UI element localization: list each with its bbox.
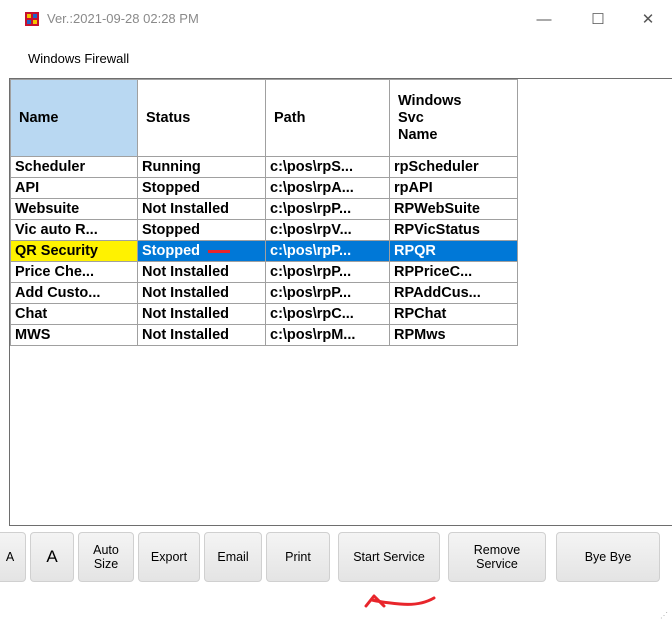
cell-svc-name[interactable]: rpAPI bbox=[389, 177, 518, 199]
cell-path[interactable]: c:\pos\rpP... bbox=[265, 240, 390, 262]
cell-status[interactable]: Running bbox=[137, 156, 266, 178]
table-row[interactable]: Scheduler Running c:\pos\rpS... rpSchedu… bbox=[10, 156, 518, 178]
cell-name[interactable]: API bbox=[10, 177, 138, 199]
resize-grip-icon[interactable]: ⋰ bbox=[660, 611, 668, 620]
cell-svc-name[interactable]: rpScheduler bbox=[389, 156, 518, 178]
cell-svc-name[interactable]: RPChat bbox=[389, 303, 518, 325]
cell-status[interactable]: Stopped bbox=[137, 219, 266, 241]
cell-name[interactable]: Vic auto R... bbox=[10, 219, 138, 241]
cell-svc-name[interactable]: RPPriceC... bbox=[389, 261, 518, 283]
header-windows-svc-name[interactable]: Windows Svc Name bbox=[389, 79, 518, 157]
header-path[interactable]: Path bbox=[265, 79, 390, 157]
header-status[interactable]: Status bbox=[137, 79, 266, 157]
cell-path[interactable]: c:\pos\rpP... bbox=[265, 198, 390, 220]
cell-name[interactable]: Add Custo... bbox=[10, 282, 138, 304]
cell-status[interactable]: Stopped bbox=[137, 177, 266, 199]
cell-name[interactable]: Price Che... bbox=[10, 261, 138, 283]
cell-svc-name[interactable]: RPWebSuite bbox=[389, 198, 518, 220]
app-icon bbox=[25, 12, 39, 26]
cell-svc-name[interactable]: RPVicStatus bbox=[389, 219, 518, 241]
cell-path[interactable]: c:\pos\rpV... bbox=[265, 219, 390, 241]
cell-path[interactable]: c:\pos\rpS... bbox=[265, 156, 390, 178]
table-row[interactable]: Chat Not Installed c:\pos\rpC... RPChat bbox=[10, 303, 518, 325]
auto-size-button[interactable]: Auto Size bbox=[78, 532, 134, 582]
services-grid[interactable]: Name Status Path Windows Svc Name Schedu… bbox=[9, 78, 672, 526]
minimize-button[interactable]: — bbox=[528, 8, 560, 32]
cell-name[interactable]: Chat bbox=[10, 303, 138, 325]
cell-status[interactable]: Not Installed bbox=[137, 303, 266, 325]
cell-name[interactable]: Scheduler bbox=[10, 156, 138, 178]
table-row[interactable]: Websuite Not Installed c:\pos\rpP... RPW… bbox=[10, 198, 518, 220]
cell-svc-name[interactable]: RPAddCus... bbox=[389, 282, 518, 304]
header-name[interactable]: Name bbox=[10, 79, 138, 157]
export-button[interactable]: Export bbox=[138, 532, 200, 582]
cell-path[interactable]: c:\pos\rpM... bbox=[265, 324, 390, 346]
cell-name[interactable]: MWS bbox=[10, 324, 138, 346]
cell-status[interactable]: Not Installed bbox=[137, 282, 266, 304]
section-label: Windows Firewall bbox=[28, 51, 130, 66]
cell-status[interactable]: Stopped bbox=[137, 240, 266, 262]
cell-name[interactable]: Websuite bbox=[10, 198, 138, 220]
cell-path[interactable]: c:\pos\rpA... bbox=[265, 177, 390, 199]
cell-path[interactable]: c:\pos\rpP... bbox=[265, 261, 390, 283]
table-row[interactable]: API Stopped c:\pos\rpA... rpAPI bbox=[10, 177, 518, 199]
table-row[interactable]: Vic auto R... Stopped c:\pos\rpV... RPVi… bbox=[10, 219, 518, 241]
table-row[interactable]: Add Custo... Not Installed c:\pos\rpP...… bbox=[10, 282, 518, 304]
cell-status[interactable]: Not Installed bbox=[137, 324, 266, 346]
cell-name[interactable]: QR Security bbox=[10, 240, 138, 262]
cell-path[interactable]: c:\pos\rpP... bbox=[265, 282, 390, 304]
remove-service-button[interactable]: Remove Service bbox=[448, 532, 546, 582]
cell-svc-name[interactable]: RPQR bbox=[389, 240, 518, 262]
red-arrow-annotation bbox=[364, 594, 436, 608]
cell-path[interactable]: c:\pos\rpC... bbox=[265, 303, 390, 325]
font-larger-button[interactable]: A bbox=[30, 532, 74, 582]
cell-status[interactable]: Not Installed bbox=[137, 261, 266, 283]
window-title: Ver.:2021-09-28 02:28 PM bbox=[47, 11, 199, 26]
table-row[interactable]: Price Che... Not Installed c:\pos\rpP...… bbox=[10, 261, 518, 283]
bye-bye-button[interactable]: Bye Bye bbox=[556, 532, 660, 582]
close-button[interactable]: ✕ bbox=[632, 8, 664, 32]
table-row-selected[interactable]: QR Security Stopped c:\pos\rpP... RPQR bbox=[10, 240, 518, 262]
email-button[interactable]: Email bbox=[204, 532, 262, 582]
maximize-button[interactable]: ☐ bbox=[582, 8, 614, 32]
start-service-button[interactable]: Start Service bbox=[338, 532, 440, 582]
cell-status-text: Stopped bbox=[142, 243, 200, 259]
table-row[interactable]: MWS Not Installed c:\pos\rpM... RPMws bbox=[10, 324, 518, 346]
print-button[interactable]: Print bbox=[266, 532, 330, 582]
header-row: Name Status Path Windows Svc Name bbox=[10, 79, 518, 157]
cell-status[interactable]: Not Installed bbox=[137, 198, 266, 220]
cell-svc-name[interactable]: RPMws bbox=[389, 324, 518, 346]
red-annotation-dash bbox=[208, 249, 230, 253]
font-smaller-button[interactable]: A bbox=[0, 532, 26, 582]
title-bar: Ver.:2021-09-28 02:28 PM — ☐ ✕ bbox=[0, 0, 672, 40]
